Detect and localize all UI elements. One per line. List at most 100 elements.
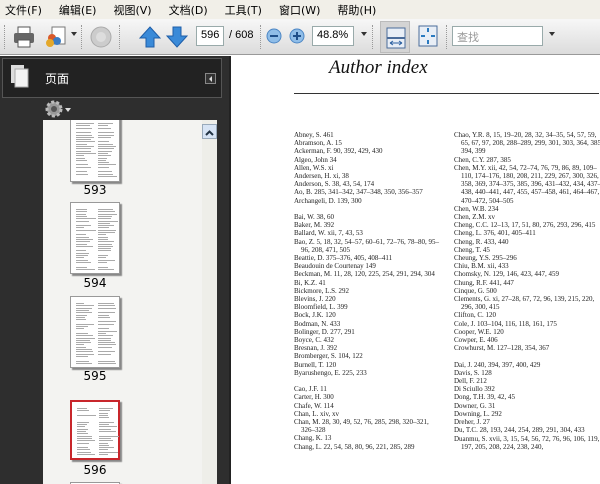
page-thumbnail-593[interactable] [70, 120, 120, 182]
page-total: / 608 [229, 29, 253, 41]
thumbnail-text-line [98, 317, 110, 318]
index-entry: Bolinger, D. 277, 291 [294, 328, 444, 336]
menu-document[interactable]: 文档(D) [169, 2, 208, 18]
index-entry: Algeo, John 34 [294, 156, 444, 164]
thumbnail-text-line [98, 223, 110, 224]
index-entry: Chang, L. 22, 54, 58, 80, 96, 221, 285, … [294, 443, 444, 451]
thumbnail-text-line [98, 123, 113, 124]
thumbnail-text-line [98, 158, 107, 159]
index-entry: Cheng, T. 45 [454, 246, 600, 254]
thumbnail-text-line [76, 128, 92, 129]
scroll-up-button[interactable] [202, 124, 217, 139]
index-entry: Chen, Z.M. xv [454, 213, 600, 221]
index-entry: Dell, F. 212 [454, 377, 600, 385]
thumbnail-text-line [76, 335, 93, 336]
thumbnail-text-line [98, 162, 109, 163]
index-entry: Anderson, S. 38, 43, 54, 174 [294, 180, 444, 188]
thumbnail-text-line [76, 155, 84, 156]
menu-tools[interactable]: 工具(T) [225, 2, 262, 18]
collapse-panel-button[interactable] [205, 73, 216, 84]
thumbnail-text-line [98, 257, 106, 258]
index-entry: Andersen, H. xi, 38 [294, 172, 444, 180]
zoom-in-icon[interactable] [289, 28, 305, 44]
index-entry: Bock, J.K. 120 [294, 311, 444, 319]
thumbnail-text-line [99, 422, 114, 423]
zoom-dropdown-icon[interactable] [361, 32, 367, 36]
page-thumbnail-595[interactable] [70, 296, 120, 368]
index-entry: Cowper, E. 406 [454, 336, 600, 344]
prev-page-icon[interactable] [139, 25, 161, 49]
thumbnail-text-line [76, 342, 91, 343]
document-view[interactable]: Author index Abney, S. 461 Abramson, A. 1… [229, 56, 600, 484]
gear-icon[interactable] [45, 100, 63, 118]
thumbnail-text-line [76, 137, 94, 138]
zoom-out-icon[interactable] [266, 28, 282, 44]
thumbnail-text-line [98, 221, 118, 222]
thumbnail-text-line [98, 248, 111, 249]
toolbar-separator [119, 25, 121, 49]
thumbnail-text-line [76, 234, 86, 235]
thumbnail-text-line [76, 260, 88, 261]
thumbnail-text-line [99, 426, 117, 427]
index-entry: Du, T.C. 28, 193, 244, 254, 289, 291, 30… [454, 426, 600, 434]
next-page-icon[interactable] [166, 25, 188, 49]
toolbar-separator [4, 25, 6, 49]
menu-file[interactable]: 文件(F) [5, 2, 42, 18]
thumbnail-text-line [98, 335, 113, 336]
index-entry: Beaudouin de Courtenay 149 [294, 262, 444, 270]
menu-help[interactable]: 帮助(H) [337, 2, 376, 18]
thumbnail-text-line [76, 146, 94, 147]
share-dropdown-icon[interactable] [71, 32, 77, 36]
thumbnail-text-line [76, 317, 85, 318]
thumbnail-scrollbar[interactable] [202, 120, 217, 484]
thumbnail-text-line [98, 237, 108, 238]
page-number-input[interactable]: 596 [196, 26, 224, 46]
index-entry: Beattie, D. 375–376, 405, 408–411 [294, 254, 444, 262]
search-input[interactable]: 查找 [452, 26, 543, 46]
share-icon[interactable] [44, 25, 68, 49]
index-entry: Chiu, B.M. xii, 433 [454, 262, 600, 270]
search-dropdown-icon[interactable] [549, 32, 555, 36]
index-entry: Chang, K. 13 [294, 434, 444, 442]
thumbnail-text-line [99, 410, 110, 411]
fit-width-button[interactable] [380, 21, 410, 53]
page-thumbnail-594[interactable] [70, 202, 120, 274]
thumbnail-text-line [76, 340, 90, 341]
index-entry: Chan, M. 28, 30, 49, 52, 76, 285, 298, 3… [294, 418, 444, 434]
thumbnail-text-line [76, 349, 92, 350]
thumbnail-text-line [98, 308, 116, 309]
thumbnail-text-line [98, 262, 107, 263]
index-entry: Chen, M.Y. xii, 42, 54, 72–74, 76, 79, 8… [454, 164, 600, 205]
gear-dropdown-icon[interactable] [65, 108, 71, 112]
toolbar-separator [372, 25, 374, 49]
thumbnail-text-line [76, 237, 89, 238]
menu-edit[interactable]: 编辑(E) [59, 2, 97, 18]
index-entry: Chomsky, N. 129, 146, 423, 447, 459 [454, 270, 600, 278]
thumbnail-text-line [98, 144, 113, 145]
thumbnail-text-line [76, 246, 93, 247]
thumbnail-text-line [76, 239, 93, 240]
thumbnail-text-line [77, 454, 95, 455]
index-entry: Ballard, W. xii, 7, 43, 53 [294, 229, 444, 237]
menu-window[interactable]: 窗口(W) [279, 2, 320, 18]
zoom-level-input[interactable]: 48.8% [312, 26, 354, 46]
thumbnail-text-line [98, 269, 114, 270]
page-thumbnail-596-selected[interactable] [70, 400, 120, 460]
printer-icon[interactable] [12, 25, 36, 49]
fit-page-icon[interactable] [418, 25, 438, 47]
thumbnail-text-line [99, 447, 114, 448]
index-entry: Cheng, C.C. 12–13, 17, 51, 80, 276, 293,… [454, 221, 600, 229]
index-entry: Abramson, A. 15 [294, 139, 444, 147]
index-entry: Carter, H. 300 [294, 393, 444, 401]
thumbnail-text-line [76, 351, 93, 352]
index-entry: Cao, J.F. 11 [294, 385, 444, 393]
thumbnail-text-line [76, 244, 87, 245]
thumbnail-text-line [76, 328, 84, 329]
index-entry: Bai, W. 38, 60 [294, 213, 444, 221]
thumbnail-text-line [98, 260, 115, 261]
toolbar-separator [446, 25, 448, 49]
thumbnail-text-line [77, 436, 92, 437]
globe-icon [89, 25, 113, 49]
thumbnail-text-line [99, 429, 111, 430]
menu-view[interactable]: 视图(V) [113, 2, 151, 18]
